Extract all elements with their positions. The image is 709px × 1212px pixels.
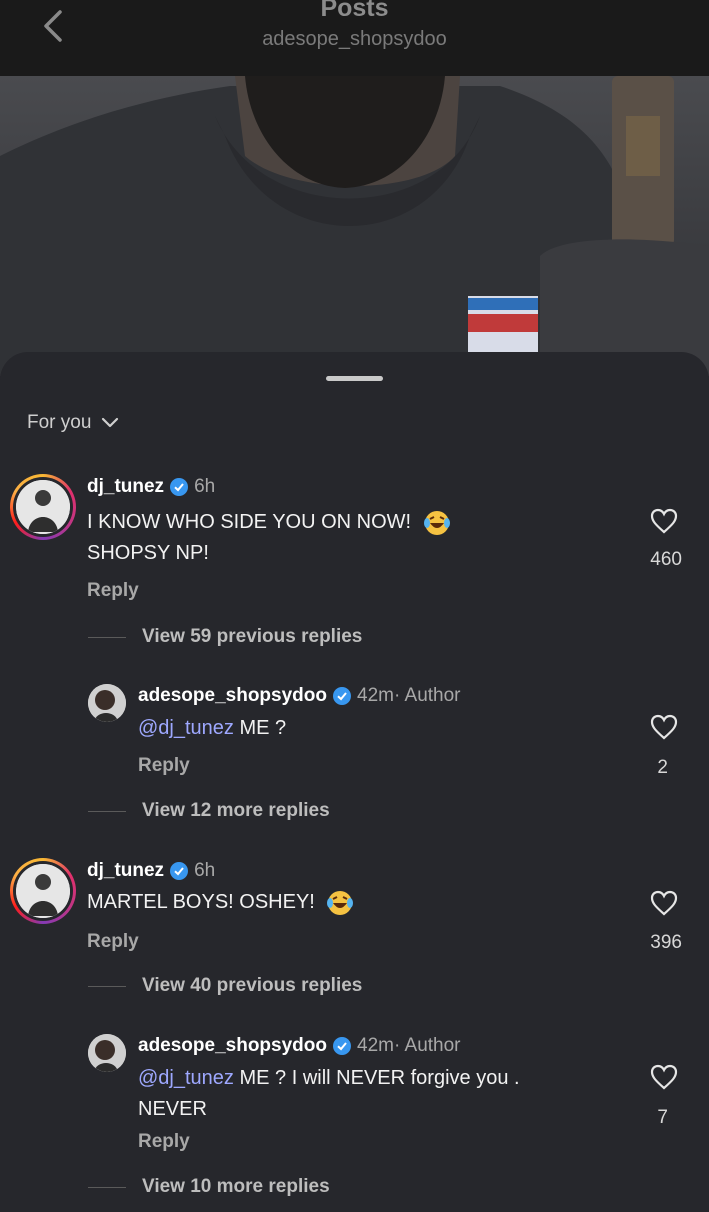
view-replies-button[interactable]: View 10 more replies [88,1176,330,1198]
avatar[interactable] [88,684,126,722]
filter-label: For you [27,412,92,433]
page-subtitle: adesope_shopsydoo [262,28,447,50]
author-tag: · Author [393,1035,461,1056]
comment-username[interactable]: adesope_shopsydoo [138,685,327,707]
comment-meta: adesope_shopsydoo 42m · Author [138,685,461,707]
comment-time: 42m [357,1035,394,1056]
mention-link[interactable]: @dj_tunez [138,717,234,739]
comment-meta: dj_tunez 6h [87,476,215,498]
comment-username[interactable]: dj_tunez [87,860,164,882]
comments-sheet: For you dj_tunez 6h I KNOW WHO SIDE YOU … [0,352,709,1212]
view-replies-button[interactable]: View 40 previous replies [88,975,362,997]
like-count: 2 [657,757,668,778]
comment-text: @dj_tunez ME ? I will NEVER forgive you … [138,1067,520,1120]
sheet-drag-handle[interactable] [326,376,383,381]
avatar [16,480,70,534]
verified-badge-icon [170,478,189,496]
avatar [16,864,70,918]
heart-icon[interactable] [650,508,678,534]
like-count: 7 [657,1107,668,1128]
laughing-tears-emoji-icon [423,510,450,535]
comment-meta: adesope_shopsydoo 42m · Author [138,1035,461,1057]
like-count: 460 [650,549,682,570]
comment-text: I KNOW WHO SIDE YOU ON NOW! SHOPSY NP! [87,507,451,569]
comment-time: 6h [194,860,216,881]
reply-button[interactable]: Reply [138,1131,190,1153]
reply-button[interactable]: Reply [138,755,190,777]
comment-username[interactable]: dj_tunez [87,476,164,498]
thread-line [88,636,126,638]
comment-filter-dropdown[interactable]: For you [27,412,119,434]
post-image[interactable] [0,76,709,376]
chevron-down-icon [102,417,119,428]
avatar[interactable] [88,1034,126,1072]
comment-time: 42m [357,685,394,706]
avatar-story-ring[interactable] [10,474,76,540]
view-replies-button[interactable]: View 12 more replies [88,800,330,822]
like-count: 396 [650,932,682,953]
thread-line [88,1186,126,1188]
heart-icon[interactable] [650,1064,678,1090]
thread-line [88,985,126,987]
reply-button[interactable]: Reply [87,931,139,953]
avatar-story-ring[interactable] [10,858,76,924]
verified-badge-icon [333,687,351,705]
heart-icon[interactable] [650,714,678,740]
comment-username[interactable]: adesope_shopsydoo [138,1035,327,1057]
laughing-tears-emoji-icon [327,890,354,915]
reply-button[interactable]: Reply [87,580,139,602]
top-bar: Posts adesope_shopsydoo [0,0,709,76]
comment-time: 6h [194,476,216,497]
heart-icon[interactable] [650,890,678,916]
mention-link[interactable]: @dj_tunez [138,1067,234,1089]
author-tag: · Author [393,685,461,706]
comment-text: @dj_tunez ME ? [138,717,287,739]
thread-line [88,810,126,812]
verified-badge-icon [170,862,189,880]
view-replies-button[interactable]: View 59 previous replies [88,626,362,648]
page-title: Posts [320,0,389,22]
comment-meta: dj_tunez 6h [87,860,215,882]
verified-badge-icon [333,1037,351,1055]
comment-text: MARTEL BOYS! OSHEY! [87,887,354,918]
